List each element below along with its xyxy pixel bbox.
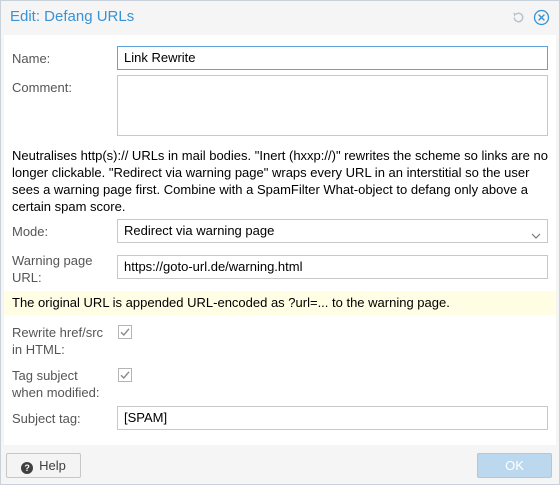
mode-select-value: Redirect via warning page: [124, 223, 275, 238]
tag-subject-checkbox[interactable]: [118, 368, 132, 382]
ok-button[interactable]: OK: [477, 453, 552, 478]
warning-url-label: Warning page URL:: [12, 253, 93, 285]
subject-tag-input[interactable]: [SPAM]: [117, 406, 548, 430]
help-button-label: Help: [39, 458, 66, 473]
name-label: Name:: [12, 51, 51, 66]
dialog-titlebar: Edit: Defang URLs: [1, 1, 559, 35]
reset-icon[interactable]: [510, 9, 527, 26]
tag-subject-label: Tag subject when modified:: [12, 368, 100, 400]
name-input[interactable]: Link Rewrite: [117, 46, 548, 70]
mode-select[interactable]: Redirect via warning page: [117, 219, 548, 243]
subject-tag-label: Subject tag:: [12, 411, 81, 426]
help-button[interactable]: ? Help: [6, 453, 81, 478]
comment-textarea[interactable]: [117, 75, 548, 136]
warning-url-input[interactable]: https://goto-url.de/warning.html: [117, 255, 548, 279]
rewrite-checkbox[interactable]: [118, 325, 132, 339]
rewrite-label: Rewrite href/src in HTML:: [12, 325, 104, 357]
close-icon[interactable]: [533, 9, 550, 26]
dialog-title: Edit: Defang URLs: [10, 8, 135, 25]
comment-label: Comment:: [12, 80, 72, 95]
help-icon: ?: [21, 462, 34, 474]
mode-label: Mode:: [12, 224, 49, 239]
chevron-down-icon[interactable]: [531, 226, 541, 239]
edit-dialog: Edit: Defang URLs Name: Link Rewrite Com…: [0, 0, 560, 485]
description-text: Neutralises http(s):// URLs in mail bodi…: [12, 148, 548, 214]
dialog-body: Name: Link Rewrite Comment: Neutralises …: [4, 35, 556, 445]
dialog-footer: ? Help OK: [1, 445, 559, 484]
hint-text: The original URL is appended URL-encoded…: [4, 291, 556, 315]
